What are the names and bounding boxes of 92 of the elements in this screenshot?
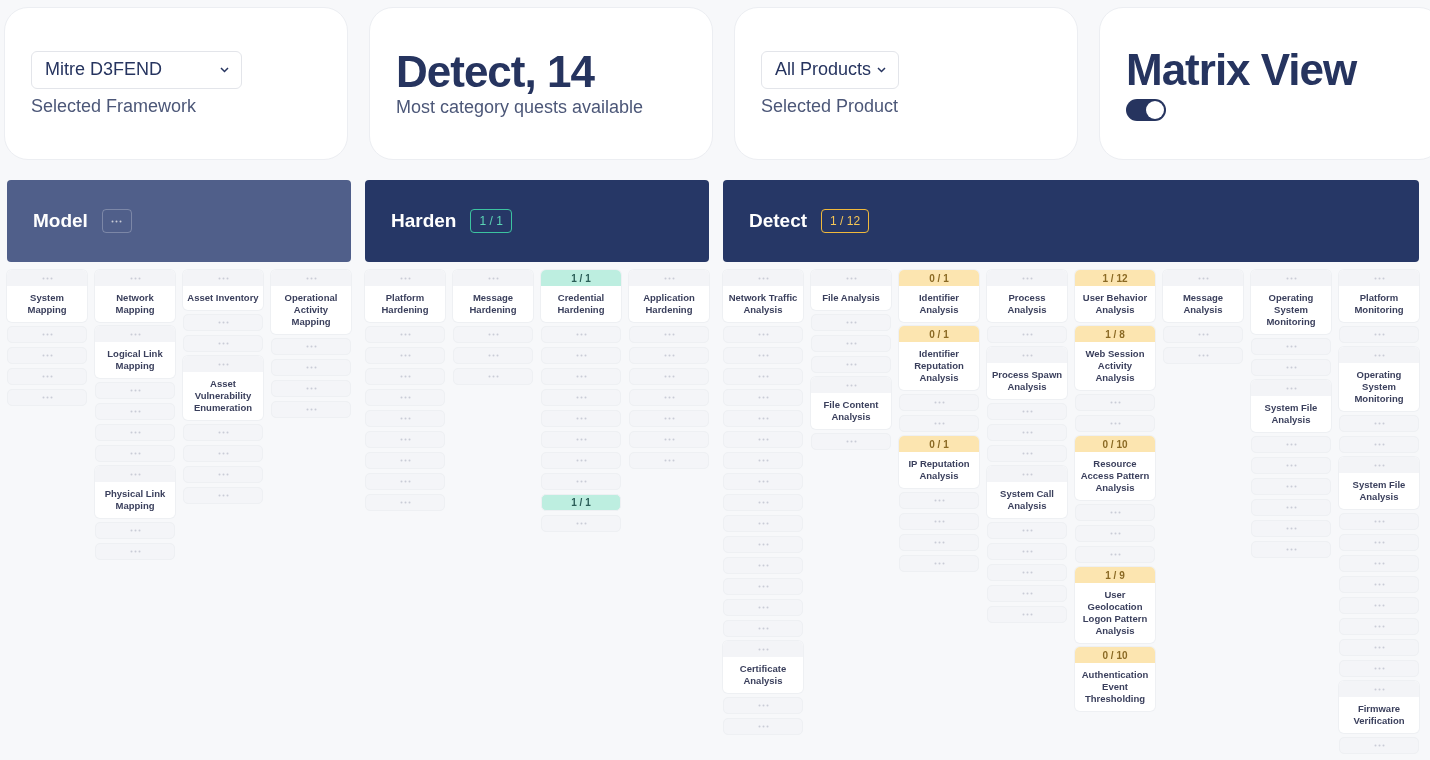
technique-name: File Content Analysis — [822, 398, 880, 424]
progress-label: 1 / 12 — [1075, 270, 1155, 286]
progress-label: 0 / 10 — [1075, 647, 1155, 663]
progress-label: 0 / 10 — [1075, 436, 1155, 452]
card-caption: Selected Product — [761, 95, 900, 117]
ellipsis-icon — [111, 219, 123, 223]
framework-dropdown[interactable]: Mitre D3FEND — [31, 50, 242, 89]
technique-card[interactable]: System File Analysis — [1339, 457, 1419, 509]
technique-name: User Behavior Analysis — [1081, 291, 1149, 317]
matrix-view-toggle[interactable] — [1126, 98, 1166, 121]
technique-card[interactable]: Firmware Verification — [1339, 681, 1419, 733]
technique-card[interactable]: Process Spawn Analysis — [987, 347, 1067, 399]
technique-name: User Geolocation Logon Pattern Analysis — [1081, 588, 1149, 638]
technique-name: IP Reputation Analysis — [907, 457, 971, 483]
technique-card[interactable]: Message Analysis — [1163, 270, 1243, 322]
technique-name: Process Analysis — [1006, 291, 1048, 317]
technique-name: File Analysis — [821, 291, 881, 305]
technique-name: System File Analysis — [1263, 401, 1319, 427]
technique-card[interactable]: Network Mapping — [95, 270, 175, 322]
technique-name: Physical Link Mapping — [103, 487, 167, 513]
technique-name: Message Hardening — [468, 291, 518, 317]
technique-name: Web Session Activity Analysis — [1084, 347, 1146, 385]
technique-name: Firmware Verification — [1352, 702, 1406, 728]
technique-card[interactable]: 0 / 1 Identifier Reputation Analysis — [899, 326, 979, 390]
progress-label: 0 / 1 — [899, 270, 979, 286]
technique-card[interactable]: Platform Hardening — [365, 270, 445, 322]
technique-name: Asset Inventory — [186, 291, 260, 305]
view-title: Matrix View — [1126, 46, 1358, 93]
tactic-title: Model — [33, 210, 88, 232]
technique-name: Operating System Monitoring — [1353, 368, 1405, 406]
technique-card[interactable]: System File Analysis — [1251, 380, 1331, 432]
technique-card[interactable]: System Call Analysis — [987, 466, 1067, 518]
technique-card[interactable]: Network Traffic Analysis — [723, 270, 803, 322]
technique-card[interactable]: Operating System Monitoring — [1339, 347, 1419, 411]
technique-card[interactable]: 0 / 1 IP Reputation Analysis — [899, 436, 979, 488]
technique-card[interactable]: Logical Link Mapping — [95, 326, 175, 378]
chevron-down-icon — [877, 66, 887, 73]
technique-name: Identifier Analysis — [917, 291, 961, 317]
count-badge: 1 / 1 — [470, 209, 512, 233]
progress-label: 1 / 1 — [541, 494, 621, 511]
technique-card[interactable]: 0 / 10 Authentication Event Thresholding — [1075, 647, 1155, 711]
technique-card[interactable]: Operational Activity Mapping — [271, 270, 351, 334]
count-badge: 1 / 12 — [821, 209, 870, 233]
progress-label: 1 / 1 — [541, 270, 621, 286]
technique-card[interactable]: 1 / 9 User Geolocation Logon Pattern Analysis — [1075, 567, 1155, 643]
progress-label: 1 / 9 — [1075, 567, 1155, 583]
technique-name: Authentication Event Thresholding — [1080, 668, 1150, 706]
technique-card[interactable]: System Mapping — [7, 270, 87, 322]
technique-name: Logical Link Mapping — [106, 347, 164, 373]
technique-name: Certificate Analysis — [738, 662, 788, 688]
technique-card[interactable]: Operating System Monitoring — [1251, 270, 1331, 334]
technique-name: Process Spawn Analysis — [990, 368, 1064, 394]
tactic-title: Harden — [391, 210, 457, 232]
technique-card[interactable]: File Content Analysis — [811, 377, 891, 429]
technique-card[interactable]: Certificate Analysis — [723, 641, 803, 693]
technique-card[interactable]: Asset Inventory — [183, 270, 263, 310]
technique-name: Message Analysis — [1181, 291, 1225, 317]
technique-card[interactable]: File Analysis — [811, 270, 891, 310]
technique-card[interactable]: Application Hardening — [629, 270, 709, 322]
technique-name: Credential Hardening — [556, 291, 606, 317]
technique-name: Asset Vulnerability Enumeration — [192, 377, 254, 415]
technique-card[interactable]: 0 / 10 Resource Access Pattern Analysis — [1075, 436, 1155, 500]
technique-name: Resource Access Pattern Analysis — [1079, 457, 1151, 495]
technique-card[interactable]: Asset Vulnerability Enumeration — [183, 356, 263, 420]
tactic-title: Detect — [749, 210, 808, 232]
technique-name: Identifier Reputation Analysis — [913, 347, 965, 385]
technique-card[interactable]: Message Hardening — [453, 270, 533, 322]
technique-name: System Mapping — [26, 291, 68, 317]
technique-card[interactable]: 1 / 12 User Behavior Analysis — [1075, 270, 1155, 322]
technique-name: Operating System Monitoring — [1265, 291, 1317, 329]
progress-label: 0 / 1 — [899, 326, 979, 342]
technique-name: Platform Monitoring — [1353, 291, 1405, 317]
technique-card[interactable]: 1 / 8 Web Session Activity Analysis — [1075, 326, 1155, 390]
chevron-down-icon — [220, 66, 229, 73]
technique-name: Application Hardening — [642, 291, 696, 317]
technique-name: System Call Analysis — [999, 487, 1055, 513]
technique-name: System File Analysis — [1351, 478, 1407, 504]
product-dropdown[interactable]: All Products — [761, 50, 900, 89]
progress-label: 0 / 1 — [899, 436, 979, 452]
technique-name: Network Mapping — [114, 291, 156, 317]
technique-card[interactable]: Process Analysis — [987, 270, 1067, 322]
technique-name: Platform Hardening — [380, 291, 430, 317]
technique-name: Network Traffic Analysis — [727, 291, 799, 317]
technique-card[interactable]: 1 / 1 Credential Hardening — [541, 270, 621, 322]
technique-card[interactable]: Physical Link Mapping — [95, 466, 175, 518]
highlight-value: Detect, 14 — [396, 49, 596, 95]
card-caption: Selected Framework — [31, 95, 198, 117]
progress-label: 1 / 8 — [1075, 326, 1155, 342]
card-caption: Most category quests available — [396, 97, 645, 118]
technique-name: Operational Activity Mapping — [283, 291, 339, 329]
technique-card[interactable]: 0 / 1 Identifier Analysis — [899, 270, 979, 322]
technique-card[interactable]: Platform Monitoring — [1339, 270, 1419, 322]
